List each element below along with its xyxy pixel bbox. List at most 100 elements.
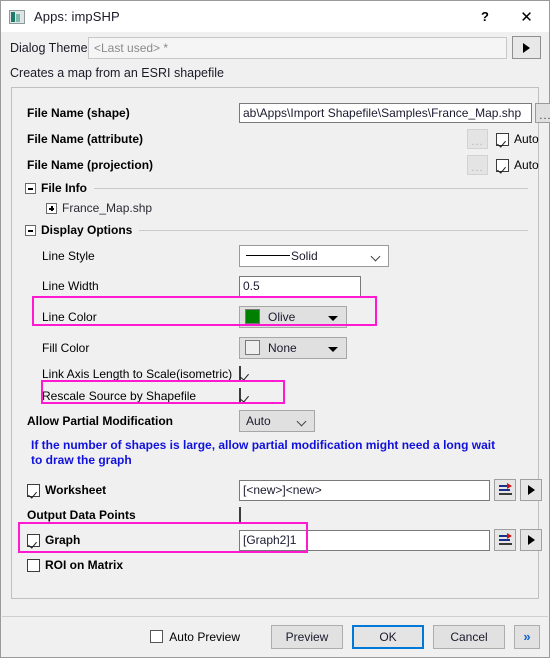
window-title: Apps: impSHP: [34, 9, 120, 24]
line-width-input[interactable]: 0.5: [239, 275, 361, 297]
app-window-icon: [9, 9, 25, 24]
allow-partial-row: Allow Partial Modification Auto: [12, 408, 538, 434]
dialog-description: Creates a map from an ESRI shapefile: [10, 66, 224, 80]
graph-label: Graph: [45, 533, 81, 547]
output-data-points-checkbox[interactable]: [239, 507, 241, 523]
display-options-group-header[interactable]: Display Options: [12, 220, 538, 240]
graph-menu-button[interactable]: [520, 529, 542, 551]
line-color-combo[interactable]: Olive: [239, 305, 347, 328]
file-name-attribute-auto-label: Auto: [514, 132, 539, 146]
auto-preview-label: Auto Preview: [169, 629, 240, 644]
chevron-down-icon: [296, 416, 307, 427]
file-name-shape-input[interactable]: ab\Apps\Import Shapefile\Samples\France_…: [239, 102, 532, 123]
dialog-theme-input[interactable]: <Last used> *: [88, 36, 507, 59]
ok-button[interactable]: OK: [352, 624, 424, 649]
line-style-label: Line Style: [42, 248, 95, 263]
worksheet-script-button[interactable]: [494, 479, 516, 501]
file-name-projection-label: File Name (projection): [27, 158, 154, 172]
rescale-label: Rescale Source by Shapefile: [42, 389, 197, 403]
close-button[interactable]: ✕: [504, 1, 549, 32]
expand-plus-icon[interactable]: [46, 202, 57, 214]
line-style-combo[interactable]: Solid: [239, 244, 389, 267]
red-arrow-icon: [507, 533, 512, 539]
play-triangle-icon: [523, 42, 530, 53]
file-name-projection-browse-button: ...: [467, 155, 488, 175]
collapse-minus-icon[interactable]: [25, 182, 36, 194]
graph-script-button[interactable]: [494, 529, 516, 551]
graph-input[interactable]: [Graph2]1: [239, 529, 490, 551]
color-swatch: [245, 309, 260, 324]
worksheet-row: Worksheet [<new>]<new>: [12, 476, 542, 504]
file-name-projection-auto-checkbox[interactable]: [496, 158, 509, 172]
triangle-down-icon: [328, 346, 338, 352]
line-width-label: Line Width: [42, 279, 99, 293]
link-axis-row: Link Axis Length to Scale(isometric): [12, 363, 538, 384]
file-name-attribute-auto-checkbox[interactable]: [496, 132, 509, 146]
rescale-checkbox[interactable]: [239, 388, 241, 404]
file-name-shape-row: File Name (shape) ab\Apps\Import Shapefi…: [12, 99, 550, 126]
worksheet-menu-button[interactable]: [520, 479, 542, 501]
auto-preview-control[interactable]: Auto Preview: [150, 630, 240, 644]
rescale-row: Rescale Source by Shapefile: [12, 384, 538, 408]
cancel-button[interactable]: Cancel: [433, 624, 505, 649]
worksheet-input[interactable]: [<new>]<new>: [239, 479, 490, 501]
title-bar: Apps: impSHP ? ✕: [1, 1, 549, 32]
group-divider: [139, 229, 528, 231]
triangle-down-icon: [328, 315, 338, 321]
roi-on-matrix-checkbox[interactable]: [27, 558, 40, 572]
allow-partial-value: Auto: [246, 414, 271, 428]
line-style-value: Solid: [291, 248, 318, 263]
line-color-value: Olive: [268, 309, 296, 324]
group-divider: [94, 187, 528, 189]
file-name-projection-row: File Name (projection) ... Auto: [12, 152, 539, 178]
output-data-points-row: Output Data Points: [12, 504, 538, 526]
graph-checkbox[interactable]: [27, 533, 40, 547]
dialog-theme-menu-button[interactable]: [512, 36, 541, 59]
fill-color-row: Fill Color None: [12, 332, 538, 363]
allow-partial-combo[interactable]: Auto: [239, 410, 315, 432]
fill-color-label: Fill Color: [42, 340, 90, 355]
worksheet-checkbox[interactable]: [27, 483, 40, 497]
display-options-title: Display Options: [41, 223, 133, 237]
dialog-theme-label: Dialog Theme: [10, 40, 88, 55]
line-color-row: Line Color Olive: [12, 301, 538, 332]
settings-panel: File Name (shape) ab\Apps\Import Shapefi…: [11, 87, 550, 599]
file-name-shape-browse-button[interactable]: ...: [535, 102, 550, 123]
file-name-attribute-row: File Name (attribute) ... Auto: [12, 126, 539, 152]
line-style-row: Line Style Solid: [12, 240, 538, 271]
play-triangle-icon: [527, 485, 535, 495]
worksheet-label: Worksheet: [45, 483, 107, 497]
file-name-projection-auto-label: Auto: [514, 158, 539, 172]
more-options-button[interactable]: »: [514, 624, 540, 649]
fill-color-value: None: [268, 340, 297, 355]
file-name-attribute-label: File Name (attribute): [27, 132, 144, 146]
collapse-minus-icon[interactable]: [25, 224, 36, 236]
dialog-theme-row: Dialog Theme <Last used> *: [1, 32, 549, 62]
link-axis-label: Link Axis Length to Scale(isometric): [42, 366, 233, 381]
file-info-group-header[interactable]: File Info: [12, 178, 538, 198]
file-info-title: File Info: [41, 181, 87, 195]
roi-on-matrix-row: ROI on Matrix: [12, 554, 538, 576]
line-width-row: Line Width 0.5: [12, 271, 538, 301]
red-arrow-icon: [507, 483, 512, 489]
graph-row: Graph [Graph2]1: [12, 526, 542, 554]
play-triangle-icon: [527, 535, 535, 545]
roi-on-matrix-label: ROI on Matrix: [45, 558, 124, 572]
file-info-item-label: France_Map.shp: [62, 201, 153, 215]
line-sample-icon: [246, 254, 290, 257]
auto-preview-checkbox[interactable]: [150, 630, 164, 643]
allow-partial-label: Allow Partial Modification: [27, 414, 174, 428]
line-color-label: Line Color: [42, 309, 97, 324]
file-name-shape-label: File Name (shape): [27, 105, 130, 120]
link-axis-checkbox[interactable]: [239, 365, 241, 382]
fill-color-combo[interactable]: None: [239, 336, 347, 359]
chevron-down-icon: [370, 251, 381, 261]
help-button[interactable]: ?: [466, 1, 504, 32]
preview-button[interactable]: Preview: [271, 624, 343, 649]
output-data-points-label: Output Data Points: [27, 508, 136, 522]
partial-modification-warning: If the number of shapes is large, allow …: [31, 438, 496, 467]
dialog-window: Apps: impSHP ? ✕ Dialog Theme <Last used…: [0, 0, 550, 658]
color-swatch: [245, 340, 260, 355]
file-info-item[interactable]: France_Map.shp: [12, 198, 538, 218]
title-bar-buttons: ? ✕: [466, 1, 549, 32]
